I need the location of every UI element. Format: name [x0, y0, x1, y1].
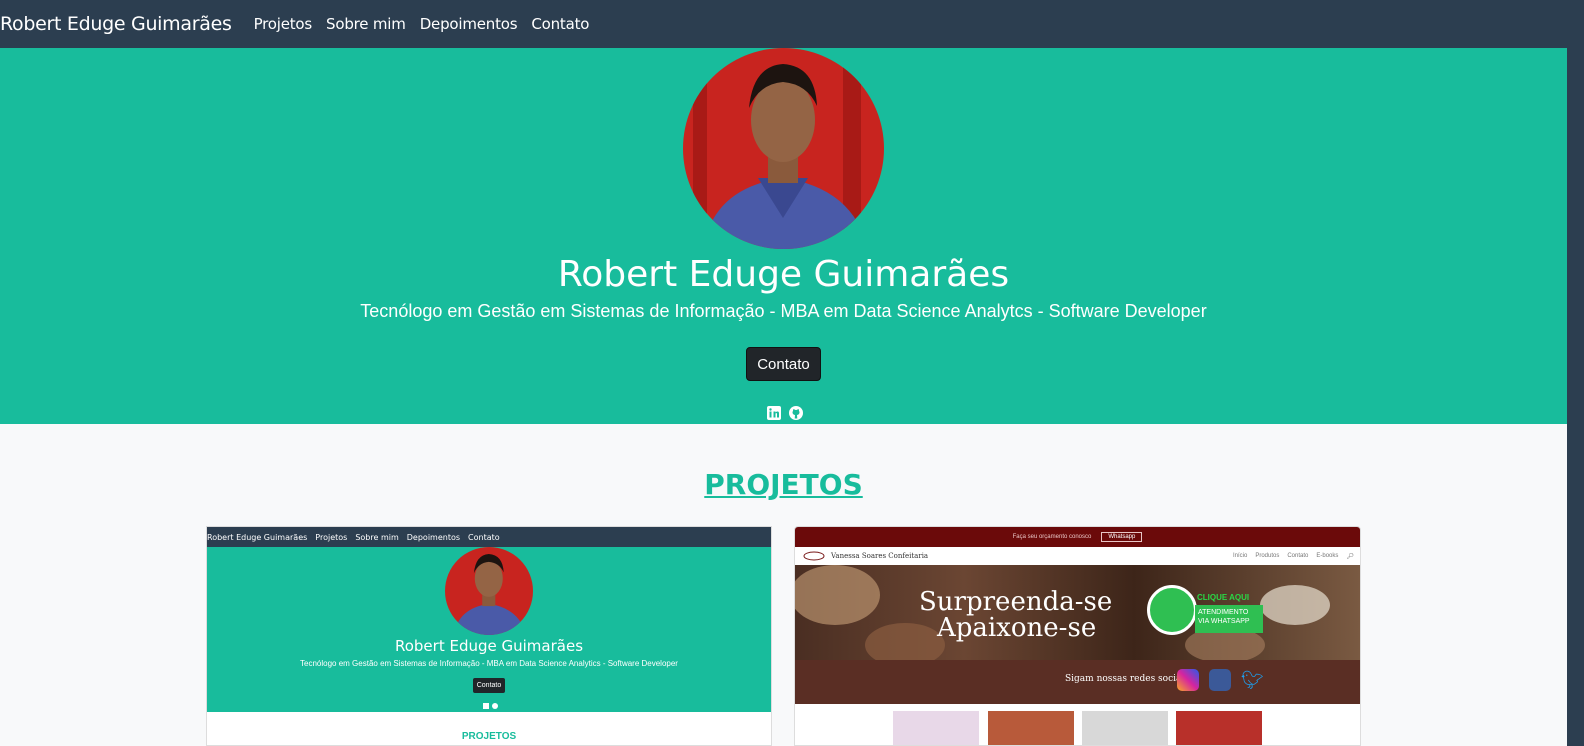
preview-section-title: PROJETOS	[461, 731, 517, 742]
twitter-icon: 🐦︎	[1241, 669, 1264, 691]
preview-contato-button: Contato	[473, 678, 505, 693]
preview-nav-link: Projetos	[315, 532, 348, 542]
nav-link-projetos[interactable]: Projetos	[254, 15, 313, 33]
preview-site-link: E-books	[1316, 552, 1339, 559]
preview-site-link: Produtos	[1255, 552, 1280, 559]
preview-nav-link: Depoimentos	[406, 532, 461, 542]
preview-banner-line2: Apaixone-se	[937, 613, 1097, 643]
hero-subtitle: Tecnólogo em Gestão em Sistemas de Infor…	[360, 301, 1207, 321]
product-thumbnail	[1176, 711, 1262, 745]
preview-wa-box: ATENDIMENTO VIA WHATSAPP	[1195, 605, 1263, 633]
preview-site-brand: Vanessa Soares Confeitaria	[831, 552, 929, 560]
facebook-icon	[1209, 669, 1231, 691]
whatsapp-icon	[1147, 585, 1197, 635]
product-thumbnail	[1082, 711, 1168, 745]
vertical-scrollbar[interactable]	[1567, 0, 1584, 746]
preview-github-icon	[492, 703, 498, 709]
preview-topbar: Faça seu orçamento conosco Whatsapp	[795, 527, 1360, 547]
preview-brand: Robert Eduge Guimarães	[207, 532, 308, 542]
preview-wa-label: CLIQUE AQUI	[1197, 593, 1250, 602]
preview-social-bar: Sigam nossas redes sociais 🐦︎	[795, 660, 1360, 704]
product-thumbnail	[988, 711, 1074, 745]
projetos-section-title: PROJETOS	[704, 468, 863, 501]
nav-link-depoimentos[interactable]: Depoimentos	[420, 15, 518, 33]
preview-whatsapp-button: Whatsapp	[1101, 532, 1143, 542]
linkedin-icon[interactable]	[767, 406, 781, 420]
project-card-confeitaria[interactable]: Faça seu orçamento conosco Whatsapp Vane…	[794, 526, 1361, 746]
preview-site-link: Início	[1232, 552, 1248, 559]
preview-site-link: Contato	[1287, 552, 1309, 559]
preview-avatar	[445, 547, 533, 635]
preview-subtitle: Tecnólogo em Gestão em Sistemas de Infor…	[300, 659, 678, 668]
product-thumbnail	[893, 711, 979, 745]
preview-banner: Surpreenda-se Apaixone-se CLIQUE AQUI AT…	[795, 565, 1360, 660]
profile-avatar	[683, 48, 884, 249]
preview-hero: Robert Eduge Guimarães Tecnólogo em Gest…	[207, 547, 771, 712]
preview-topbar-text: Faça seu orçamento conosco	[1012, 534, 1092, 540]
preview-nav-link: Sobre mim	[355, 532, 399, 542]
nav-link-sobre-mim[interactable]: Sobre mim	[326, 15, 406, 33]
github-icon[interactable]	[789, 406, 803, 420]
top-navbar: Robert Eduge Guimarães Projetos Sobre mi…	[0, 0, 1584, 48]
preview-site-navbar: Vanessa Soares Confeitaria Início Produt…	[795, 547, 1360, 565]
project-card-portfolio[interactable]: Robert Eduge Guimarães Projetos Sobre mi…	[206, 526, 772, 746]
instagram-icon	[1177, 669, 1199, 691]
hero-section: Robert Eduge Guimarães Tecnólogo em Gest…	[0, 48, 1567, 424]
preview-navbar: Robert Eduge Guimarães Projetos Sobre mi…	[207, 527, 771, 547]
preview-name: Robert Eduge Guimarães	[394, 637, 584, 655]
hero-name: Robert Eduge Guimarães	[557, 254, 1010, 295]
confeitaria-logo-icon	[803, 551, 825, 561]
nav-link-contato[interactable]: Contato	[531, 15, 589, 33]
contato-button[interactable]: Contato	[746, 347, 821, 381]
search-icon: 🔎︎	[1346, 553, 1354, 560]
navbar-brand[interactable]: Robert Eduge Guimarães	[0, 13, 232, 35]
preview-linkedin-icon	[483, 703, 489, 709]
preview-social-label: Sigam nossas redes sociais	[1065, 674, 1189, 684]
preview-nav-link: Contato	[468, 532, 500, 542]
